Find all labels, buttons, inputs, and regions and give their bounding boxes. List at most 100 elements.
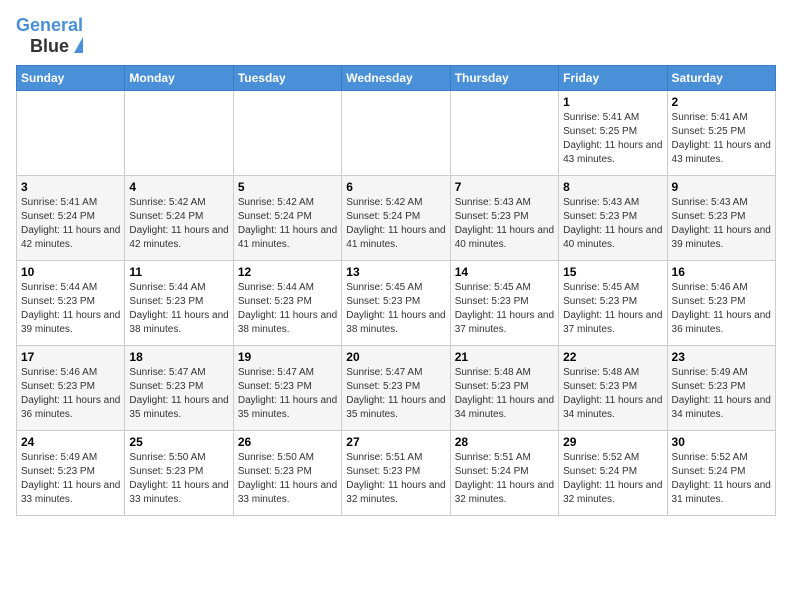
page-header: General Blue (16, 16, 776, 57)
calendar-cell: 25 Sunrise: 5:50 AM Sunset: 5:23 PM Dayli… (125, 430, 233, 515)
calendar-cell (17, 90, 125, 175)
day-info: Sunrise: 5:50 AM Sunset: 5:23 PM Dayligh… (129, 451, 228, 507)
day-number: 12 (238, 265, 337, 279)
calendar-cell: 27 Sunrise: 5:51 AM Sunset: 5:23 PM Dayli… (342, 430, 450, 515)
day-info: Sunrise: 5:41 AM Sunset: 5:24 PM Dayligh… (21, 196, 120, 252)
day-number: 14 (455, 265, 554, 279)
calendar-week-row: 24 Sunrise: 5:49 AM Sunset: 5:23 PM Dayli… (17, 430, 776, 515)
calendar-cell: 6 Sunrise: 5:42 AM Sunset: 5:24 PM Daylig… (342, 175, 450, 260)
day-number: 2 (672, 95, 771, 109)
day-info: Sunrise: 5:49 AM Sunset: 5:23 PM Dayligh… (672, 366, 771, 422)
day-number: 1 (563, 95, 662, 109)
day-number: 21 (455, 350, 554, 364)
day-info: Sunrise: 5:43 AM Sunset: 5:23 PM Dayligh… (455, 196, 554, 252)
calendar-week-row: 10 Sunrise: 5:44 AM Sunset: 5:23 PM Dayli… (17, 260, 776, 345)
day-number: 20 (346, 350, 445, 364)
calendar-week-row: 1 Sunrise: 5:41 AM Sunset: 5:25 PM Daylig… (17, 90, 776, 175)
logo: General Blue (16, 16, 83, 57)
weekday-header: Sunday (17, 65, 125, 90)
day-number: 22 (563, 350, 662, 364)
weekday-header: Wednesday (342, 65, 450, 90)
calendar-cell: 1 Sunrise: 5:41 AM Sunset: 5:25 PM Daylig… (559, 90, 667, 175)
day-info: Sunrise: 5:49 AM Sunset: 5:23 PM Dayligh… (21, 451, 120, 507)
day-number: 23 (672, 350, 771, 364)
day-number: 17 (21, 350, 120, 364)
calendar-cell: 12Sunrise: 5:44 AM Sunset: 5:23 PM Dayli… (233, 260, 341, 345)
calendar-cell: 10Sunrise: 5:44 AM Sunset: 5:23 PM Dayli… (17, 260, 125, 345)
day-info: Sunrise: 5:47 AM Sunset: 5:23 PM Dayligh… (129, 366, 228, 422)
weekday-header: Tuesday (233, 65, 341, 90)
day-number: 25 (129, 435, 228, 449)
calendar-cell: 5 Sunrise: 5:42 AM Sunset: 5:24 PM Daylig… (233, 175, 341, 260)
day-info: Sunrise: 5:48 AM Sunset: 5:23 PM Dayligh… (563, 366, 662, 422)
day-info: Sunrise: 5:46 AM Sunset: 5:23 PM Dayligh… (672, 281, 771, 337)
calendar-cell: 16 Sunrise: 5:46 AM Sunset: 5:23 PM Dayli… (667, 260, 775, 345)
day-info: Sunrise: 5:44 AM Sunset: 5:23 PM Dayligh… (129, 281, 228, 337)
day-number: 4 (129, 180, 228, 194)
calendar-cell: 14 Sunrise: 5:45 AM Sunset: 5:23 PM Dayli… (450, 260, 558, 345)
logo-general: General (16, 15, 83, 35)
day-info: Sunrise: 5:41 AM Sunset: 5:25 PM Dayligh… (563, 111, 662, 167)
logo-blue: Blue (30, 36, 69, 57)
day-info: Sunrise: 5:45 AM Sunset: 5:23 PM Dayligh… (455, 281, 554, 337)
day-number: 10 (21, 265, 120, 279)
calendar-cell: 11 Sunrise: 5:44 AM Sunset: 5:23 PM Dayli… (125, 260, 233, 345)
day-info: Sunrise: 5:52 AM Sunset: 5:24 PM Dayligh… (672, 451, 771, 507)
calendar-cell (233, 90, 341, 175)
weekday-header: Monday (125, 65, 233, 90)
calendar-cell: 15Sunrise: 5:45 AM Sunset: 5:23 PM Dayli… (559, 260, 667, 345)
day-number: 24 (21, 435, 120, 449)
day-number: 8 (563, 180, 662, 194)
day-number: 26 (238, 435, 337, 449)
day-info: Sunrise: 5:43 AM Sunset: 5:23 PM Dayligh… (672, 196, 771, 252)
calendar-cell: 20 Sunrise: 5:47 AM Sunset: 5:23 PM Dayli… (342, 345, 450, 430)
logo-triangle-icon (74, 37, 83, 53)
calendar-cell (125, 90, 233, 175)
calendar-cell: 26 Sunrise: 5:50 AM Sunset: 5:23 PM Dayli… (233, 430, 341, 515)
calendar-cell: 2 Sunrise: 5:41 AM Sunset: 5:25 PM Daylig… (667, 90, 775, 175)
calendar-week-row: 3 Sunrise: 5:41 AM Sunset: 5:24 PM Daylig… (17, 175, 776, 260)
day-info: Sunrise: 5:48 AM Sunset: 5:23 PM Dayligh… (455, 366, 554, 422)
day-info: Sunrise: 5:50 AM Sunset: 5:23 PM Dayligh… (238, 451, 337, 507)
calendar-cell: 8 Sunrise: 5:43 AM Sunset: 5:23 PM Daylig… (559, 175, 667, 260)
day-info: Sunrise: 5:42 AM Sunset: 5:24 PM Dayligh… (346, 196, 445, 252)
day-number: 3 (21, 180, 120, 194)
calendar-cell: 18Sunrise: 5:47 AM Sunset: 5:23 PM Dayli… (125, 345, 233, 430)
calendar-cell: 17 Sunrise: 5:46 AM Sunset: 5:23 PM Dayli… (17, 345, 125, 430)
day-info: Sunrise: 5:46 AM Sunset: 5:23 PM Dayligh… (21, 366, 120, 422)
day-info: Sunrise: 5:45 AM Sunset: 5:23 PM Dayligh… (346, 281, 445, 337)
day-info: Sunrise: 5:43 AM Sunset: 5:23 PM Dayligh… (563, 196, 662, 252)
calendar-cell: 21 Sunrise: 5:48 AM Sunset: 5:23 PM Dayli… (450, 345, 558, 430)
calendar-table: SundayMondayTuesdayWednesdayThursdayFrid… (16, 65, 776, 516)
day-info: Sunrise: 5:42 AM Sunset: 5:24 PM Dayligh… (238, 196, 337, 252)
calendar-cell: 23 Sunrise: 5:49 AM Sunset: 5:23 PM Dayli… (667, 345, 775, 430)
calendar-cell: 28 Sunrise: 5:51 AM Sunset: 5:24 PM Dayli… (450, 430, 558, 515)
day-number: 16 (672, 265, 771, 279)
calendar-week-row: 17 Sunrise: 5:46 AM Sunset: 5:23 PM Dayli… (17, 345, 776, 430)
day-info: Sunrise: 5:41 AM Sunset: 5:25 PM Dayligh… (672, 111, 771, 167)
day-info: Sunrise: 5:51 AM Sunset: 5:24 PM Dayligh… (455, 451, 554, 507)
day-number: 6 (346, 180, 445, 194)
day-number: 27 (346, 435, 445, 449)
day-number: 13 (346, 265, 445, 279)
weekday-header: Saturday (667, 65, 775, 90)
calendar-cell: 22 Sunrise: 5:48 AM Sunset: 5:23 PM Dayli… (559, 345, 667, 430)
calendar-cell (450, 90, 558, 175)
day-number: 9 (672, 180, 771, 194)
calendar-header-row: SundayMondayTuesdayWednesdayThursdayFrid… (17, 65, 776, 90)
day-info: Sunrise: 5:51 AM Sunset: 5:23 PM Dayligh… (346, 451, 445, 507)
weekday-header: Friday (559, 65, 667, 90)
day-number: 15 (563, 265, 662, 279)
day-number: 11 (129, 265, 228, 279)
day-number: 5 (238, 180, 337, 194)
day-number: 28 (455, 435, 554, 449)
calendar-cell: 24 Sunrise: 5:49 AM Sunset: 5:23 PM Dayli… (17, 430, 125, 515)
calendar-cell: 30 Sunrise: 5:52 AM Sunset: 5:24 PM Dayli… (667, 430, 775, 515)
day-number: 30 (672, 435, 771, 449)
weekday-header: Thursday (450, 65, 558, 90)
day-info: Sunrise: 5:42 AM Sunset: 5:24 PM Dayligh… (129, 196, 228, 252)
day-info: Sunrise: 5:52 AM Sunset: 5:24 PM Dayligh… (563, 451, 662, 507)
calendar-cell: 9 Sunrise: 5:43 AM Sunset: 5:23 PM Daylig… (667, 175, 775, 260)
day-info: Sunrise: 5:47 AM Sunset: 5:23 PM Dayligh… (346, 366, 445, 422)
calendar-cell: 3 Sunrise: 5:41 AM Sunset: 5:24 PM Daylig… (17, 175, 125, 260)
